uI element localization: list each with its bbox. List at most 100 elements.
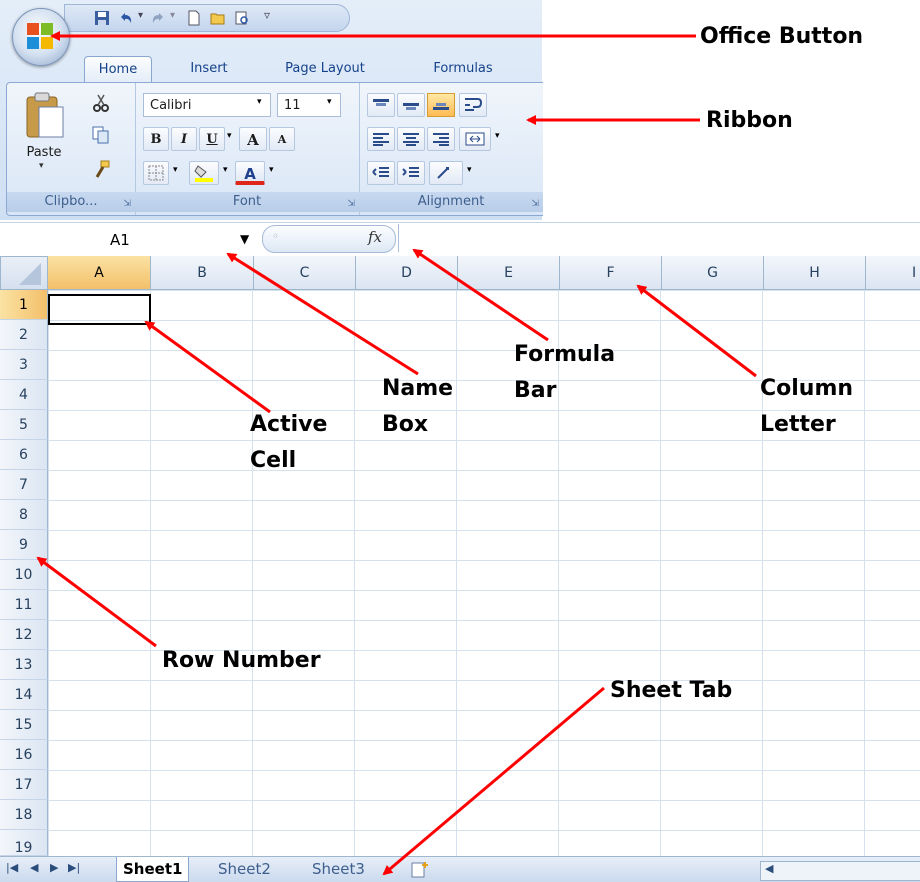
insert-sheet-icon[interactable] bbox=[408, 861, 434, 879]
borders-button[interactable] bbox=[143, 161, 169, 185]
column-header-c[interactable]: C bbox=[254, 256, 356, 290]
decrease-indent-icon bbox=[372, 167, 389, 177]
font-name-dropdown-icon[interactable]: ▾ bbox=[257, 97, 262, 107]
underline-button[interactable]: U bbox=[199, 127, 225, 151]
increase-indent-button[interactable] bbox=[397, 161, 425, 185]
row-header-18[interactable]: 18 bbox=[0, 800, 48, 830]
tab-page-layout[interactable]: Page Layout bbox=[270, 56, 380, 82]
row-header-4[interactable]: 4 bbox=[0, 380, 48, 410]
row-header-7[interactable]: 7 bbox=[0, 470, 48, 500]
name-box-dropdown-icon[interactable]: ▼ bbox=[240, 232, 249, 246]
paste-dropdown-icon[interactable]: ▾ bbox=[39, 161, 44, 171]
formula-expand-icon[interactable]: ◦ bbox=[272, 229, 279, 243]
redo-dropdown-icon[interactable]: ▾ bbox=[170, 10, 175, 21]
clipboard-launcher-icon[interactable]: ⇲ bbox=[123, 199, 131, 209]
format-painter-icon[interactable] bbox=[91, 159, 111, 179]
decrease-indent-button[interactable] bbox=[367, 161, 395, 185]
row-header-19[interactable]: 19 bbox=[0, 830, 48, 856]
alignment-launcher-icon[interactable]: ⇲ bbox=[531, 199, 539, 209]
merge-center-button[interactable] bbox=[459, 127, 491, 151]
column-header-a[interactable]: A bbox=[48, 256, 151, 290]
row-header-1[interactable]: 1 bbox=[0, 290, 48, 320]
tab-insert[interactable]: Insert bbox=[174, 56, 244, 82]
redo-icon[interactable] bbox=[150, 10, 166, 26]
active-cell[interactable] bbox=[48, 294, 151, 325]
italic-button[interactable]: I bbox=[171, 127, 197, 151]
align-bottom-icon bbox=[433, 103, 449, 110]
column-header-h[interactable]: H bbox=[764, 256, 866, 290]
increase-indent-icon bbox=[402, 167, 419, 177]
fill-color-dropdown-icon[interactable]: ▾ bbox=[223, 165, 228, 175]
font-size-dropdown-icon[interactable]: ▾ bbox=[327, 97, 332, 107]
horizontal-scrollbar[interactable]: ◀ bbox=[760, 861, 920, 881]
column-header-i[interactable]: I bbox=[866, 256, 920, 290]
scroll-left-icon[interactable]: ◀ bbox=[765, 862, 773, 875]
merge-dropdown-icon[interactable]: ▾ bbox=[495, 131, 500, 141]
name-box[interactable]: A1 bbox=[2, 227, 258, 253]
fill-color-button[interactable] bbox=[189, 161, 219, 185]
cut-icon[interactable] bbox=[91, 93, 111, 113]
tab-home[interactable]: Home bbox=[84, 56, 152, 83]
grow-font-button[interactable]: A bbox=[239, 127, 267, 151]
formula-input[interactable] bbox=[398, 224, 920, 252]
undo-dropdown-icon[interactable]: ▾ bbox=[138, 10, 143, 21]
last-sheet-icon[interactable]: ▶| bbox=[68, 861, 80, 874]
column-header-b[interactable]: B bbox=[151, 256, 254, 290]
row-header-13[interactable]: 13 bbox=[0, 650, 48, 680]
font-name-select[interactable]: Calibri bbox=[143, 93, 271, 117]
merge-center-icon bbox=[465, 132, 485, 146]
orientation-button[interactable] bbox=[429, 161, 463, 185]
row-header-15[interactable]: 15 bbox=[0, 710, 48, 740]
first-sheet-icon[interactable]: |◀ bbox=[6, 861, 18, 874]
prev-sheet-icon[interactable]: ◀ bbox=[30, 861, 38, 874]
row-header-12[interactable]: 12 bbox=[0, 620, 48, 650]
row-header-5[interactable]: 5 bbox=[0, 410, 48, 440]
tab-formulas[interactable]: Formulas bbox=[418, 56, 508, 82]
align-top-button[interactable] bbox=[367, 93, 395, 117]
row-header-17[interactable]: 17 bbox=[0, 770, 48, 800]
row-header-14[interactable]: 14 bbox=[0, 680, 48, 710]
underline-dropdown-icon[interactable]: ▾ bbox=[227, 131, 232, 141]
copy-icon[interactable] bbox=[91, 125, 111, 145]
open-icon[interactable] bbox=[210, 10, 226, 26]
row-header-16[interactable]: 16 bbox=[0, 740, 48, 770]
row-header-9[interactable]: 9 bbox=[0, 530, 48, 560]
sheet-tab-sheet3[interactable]: Sheet3 bbox=[306, 857, 371, 881]
column-header-d[interactable]: D bbox=[356, 256, 458, 290]
sheet-tab-sheet1[interactable]: Sheet1 bbox=[116, 857, 190, 882]
font-launcher-icon[interactable]: ⇲ bbox=[347, 199, 355, 209]
row-header-8[interactable]: 8 bbox=[0, 500, 48, 530]
align-bottom-button[interactable] bbox=[427, 93, 455, 117]
align-center-button[interactable] bbox=[397, 127, 425, 151]
shrink-font-button[interactable]: A bbox=[269, 127, 295, 151]
align-right-button[interactable] bbox=[427, 127, 455, 151]
print-preview-icon[interactable] bbox=[234, 10, 250, 26]
row-header-3[interactable]: 3 bbox=[0, 350, 48, 380]
column-header-f[interactable]: F bbox=[560, 256, 662, 290]
row-header-10[interactable]: 10 bbox=[0, 560, 48, 590]
wrap-text-button[interactable] bbox=[459, 93, 487, 117]
bold-button[interactable]: B bbox=[143, 127, 169, 151]
sheet-tab-sheet2[interactable]: Sheet2 bbox=[212, 857, 277, 881]
borders-dropdown-icon[interactable]: ▾ bbox=[173, 165, 178, 175]
font-color-button[interactable]: A bbox=[235, 161, 265, 185]
paste-label[interactable]: Paste bbox=[21, 145, 67, 160]
orientation-dropdown-icon[interactable]: ▾ bbox=[467, 165, 472, 175]
insert-function-button[interactable]: fx bbox=[368, 228, 382, 246]
column-header-e[interactable]: E bbox=[458, 256, 560, 290]
office-button[interactable] bbox=[12, 8, 70, 66]
paste-icon[interactable] bbox=[25, 91, 65, 141]
undo-icon[interactable] bbox=[118, 10, 134, 26]
select-all-button[interactable] bbox=[0, 256, 48, 290]
save-icon[interactable] bbox=[94, 10, 110, 26]
next-sheet-icon[interactable]: ▶ bbox=[50, 861, 58, 874]
align-left-button[interactable] bbox=[367, 127, 395, 151]
row-header-6[interactable]: 6 bbox=[0, 440, 48, 470]
row-header-2[interactable]: 2 bbox=[0, 320, 48, 350]
row-header-11[interactable]: 11 bbox=[0, 590, 48, 620]
align-middle-button[interactable] bbox=[397, 93, 425, 117]
new-icon[interactable] bbox=[186, 10, 202, 26]
customize-qat-icon[interactable]: ▿ bbox=[264, 8, 270, 22]
column-header-g[interactable]: G bbox=[662, 256, 764, 290]
font-color-dropdown-icon[interactable]: ▾ bbox=[269, 165, 274, 175]
